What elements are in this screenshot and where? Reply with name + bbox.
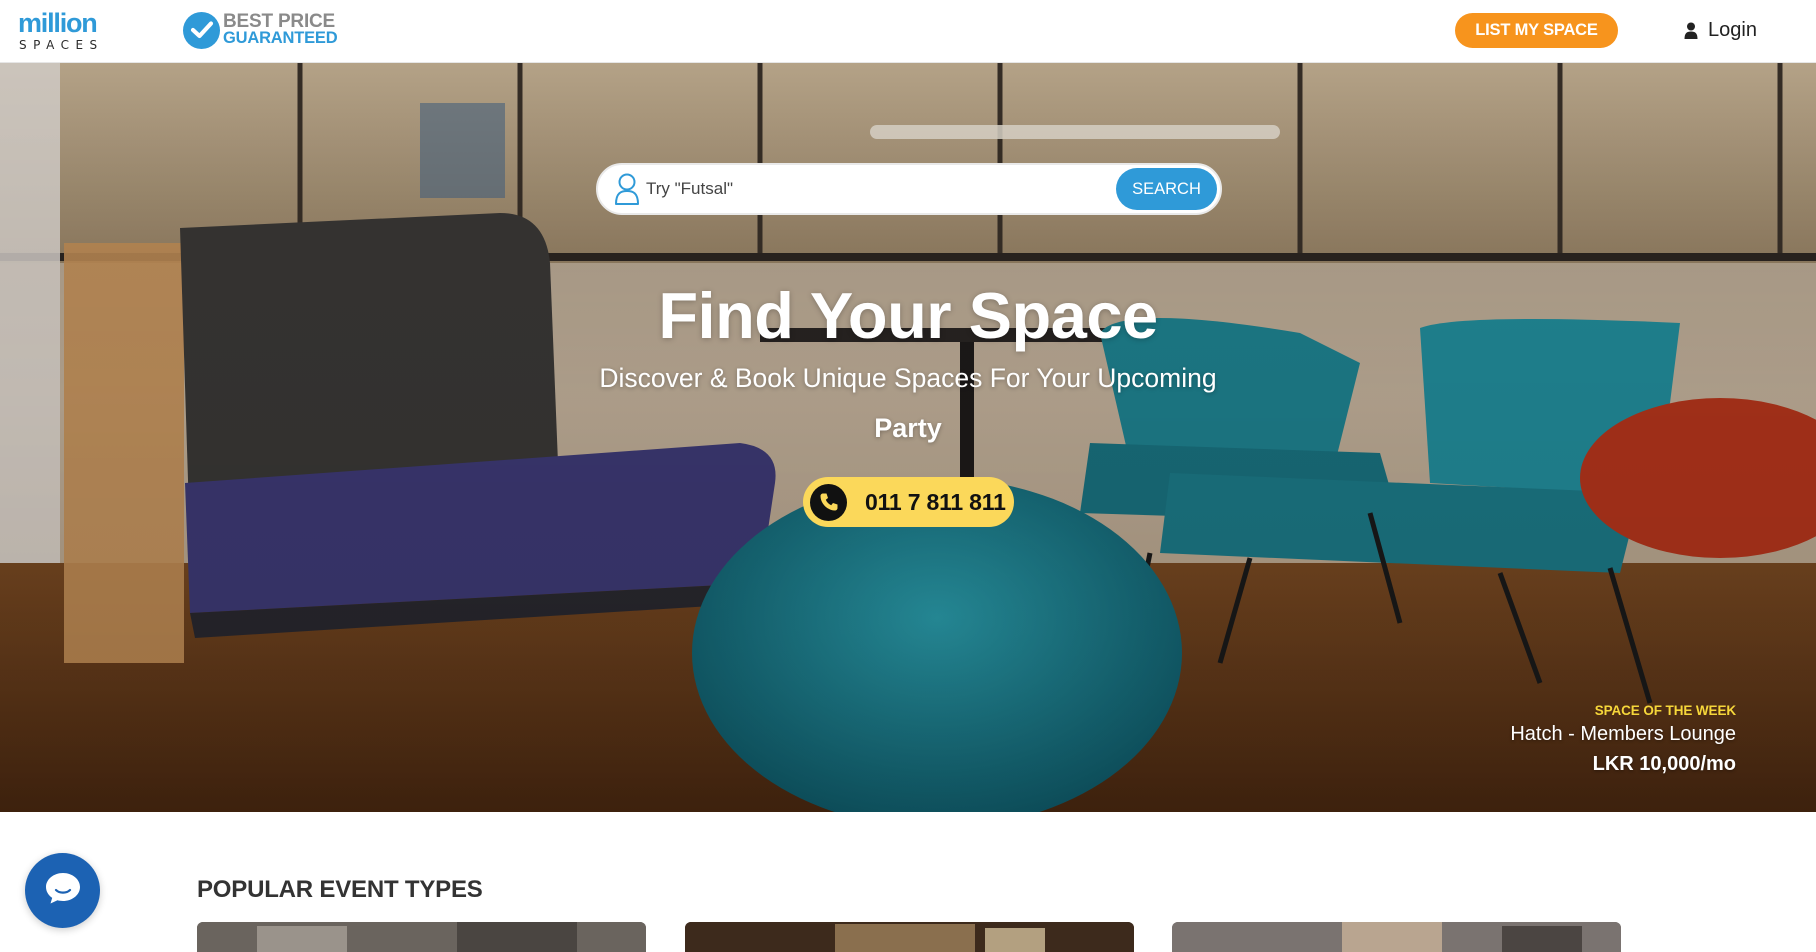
user-icon — [1684, 22, 1698, 39]
login-link[interactable]: Login — [1684, 17, 1757, 43]
live-chat-button[interactable] — [25, 853, 100, 928]
list-my-space-button[interactable]: LIST MY SPACE — [1455, 13, 1618, 48]
event-type-card-image — [685, 922, 1134, 952]
person-outline-icon — [614, 173, 640, 210]
search-bar: SEARCH — [596, 163, 1222, 215]
login-label: Login — [1708, 18, 1757, 41]
guarantee-line-1: BEST PRICE — [223, 11, 336, 32]
hero-title: Find Your Space — [658, 279, 1158, 352]
phone-number: 011 7 811 811 — [865, 488, 1006, 515]
event-type-card-image — [1172, 922, 1621, 952]
event-type-card[interactable] — [197, 922, 646, 952]
event-type-card-image — [197, 922, 646, 952]
hero-subtitle: Discover & Book Unique Spaces For Your U… — [599, 363, 1217, 393]
logo-wordmark-bottom: SPACES — [19, 38, 104, 52]
check-badge-icon — [183, 11, 220, 49]
logo-wordmark-top: million — [18, 8, 98, 38]
space-of-the-week[interactable]: SPACE OF THE WEEK Hatch - Members Lounge… — [1510, 703, 1736, 776]
popular-event-types-heading: POPULAR EVENT TYPES — [197, 876, 483, 903]
search-input[interactable] — [646, 173, 1106, 205]
guarantee-line-2: GUARANTEED — [223, 29, 338, 47]
hero-banner: SEARCH Find Your Space Discover & Book U… — [0, 63, 1816, 812]
event-type-card[interactable] — [1172, 922, 1621, 952]
chat-icon — [44, 871, 82, 910]
search-button[interactable]: SEARCH — [1116, 168, 1217, 210]
phone-icon — [810, 483, 847, 521]
hero-rotating-keyword: Party — [874, 413, 942, 443]
space-of-week-label: SPACE OF THE WEEK — [1594, 703, 1736, 718]
million-spaces-logo[interactable]: million SPACES — [18, 8, 106, 53]
space-of-week-name: Hatch - Members Lounge — [1510, 723, 1736, 745]
space-of-week-price: LKR 10,000/mo — [1592, 753, 1736, 775]
site-header: million SPACES BEST PRICE GUARANTEED LIS… — [0, 0, 1816, 63]
call-phone-button[interactable]: 011 7 811 811 — [803, 477, 1014, 527]
best-price-guarantee: BEST PRICE GUARANTEED — [183, 10, 338, 50]
event-type-card[interactable] — [685, 922, 1134, 952]
